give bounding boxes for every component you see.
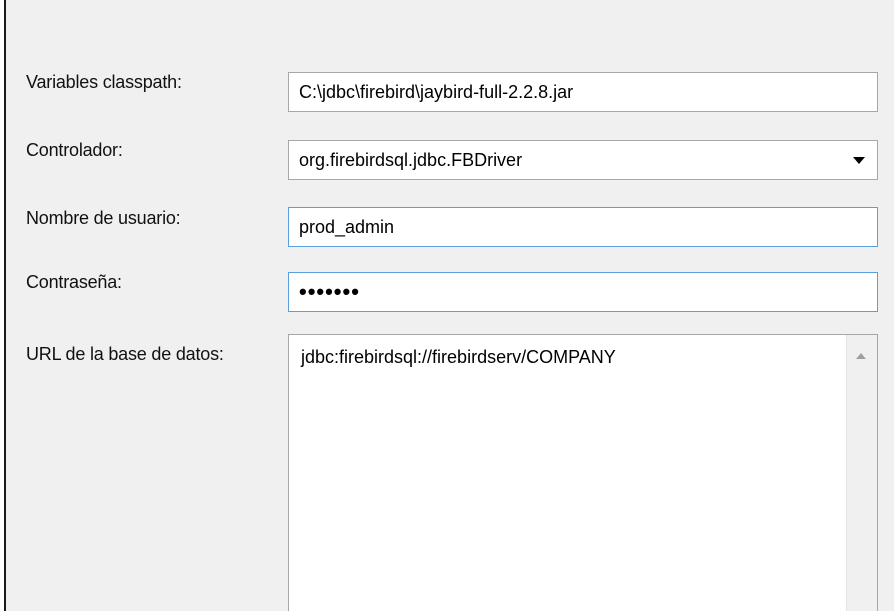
dialog-frame <box>4 0 894 611</box>
